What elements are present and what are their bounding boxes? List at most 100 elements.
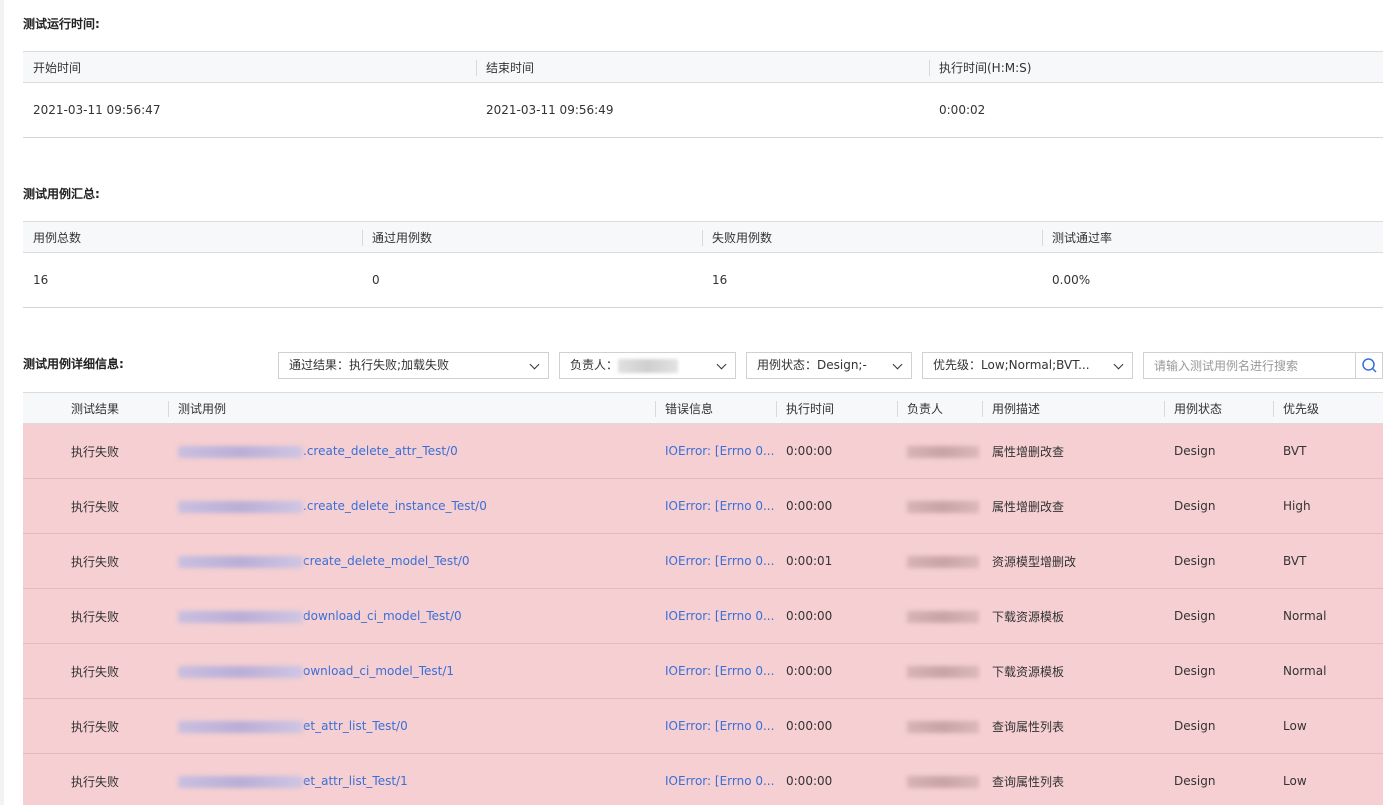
redacted-owner (907, 720, 979, 733)
table-row: 执行失败 download_ci_model_Test/0 IOError: [… (23, 588, 1383, 644)
header-owner: 负责人 (897, 392, 982, 424)
case-cell: .create_delete_instance_Test/0 (168, 478, 655, 534)
run-time-table: 开始时间 结束时间 执行时间(H:M:S) 2021-03-11 09:56:4… (23, 51, 1383, 138)
owner-cell (897, 588, 982, 644)
case-link[interactable]: et_attr_list_Test/0 (303, 719, 408, 733)
total-cases-value: 16 (23, 252, 362, 308)
search-input[interactable] (1144, 353, 1356, 378)
chevron-down-icon (1113, 359, 1124, 370)
priority-filter-select[interactable]: 优先级：Low;Normal;BVT... (922, 352, 1133, 379)
case-search (1143, 352, 1383, 379)
status-filter-select[interactable]: 用例状态：Design;- (746, 352, 912, 379)
priority-cell: High (1273, 478, 1383, 534)
run-time-header: 开始时间 结束时间 执行时间(H:M:S) (23, 51, 1383, 83)
owner-cell (897, 753, 982, 805)
priority-filter-label: 优先级：Low;Normal;BVT... (933, 358, 1090, 372)
status-cell: Design (1164, 533, 1273, 589)
failed-cases-value: 16 (702, 252, 1042, 308)
result-cell: 执行失败 (23, 533, 168, 589)
case-cell: create_delete_model_Test/0 (168, 533, 655, 589)
summary-row: 16 0 16 0.00% (23, 252, 1383, 308)
time-cell: 0:00:00 (776, 423, 897, 479)
owner-cell (897, 643, 982, 699)
header-priority: 优先级 (1273, 392, 1383, 424)
error-link[interactable]: IOError: [Errno 0... (655, 478, 776, 534)
result-cell: 执行失败 (23, 478, 168, 534)
result-cell: 执行失败 (23, 753, 168, 805)
redacted-case-prefix (178, 775, 303, 788)
time-cell: 0:00:00 (776, 478, 897, 534)
detail-header: 测试结果 测试用例 错误信息 执行时间 负责人 用例描述 用例状态 优先级 (23, 392, 1383, 424)
start-time-value: 2021-03-11 09:56:47 (23, 82, 476, 138)
priority-cell: BVT (1273, 533, 1383, 589)
case-cell: .create_delete_attr_Test/0 (168, 423, 655, 479)
redacted-case-prefix (178, 720, 303, 733)
status-cell: Design (1164, 588, 1273, 644)
redacted-owner (907, 775, 979, 788)
time-cell: 0:00:00 (776, 643, 897, 699)
error-link[interactable]: IOError: [Errno 0... (655, 423, 776, 479)
case-cell: et_attr_list_Test/1 (168, 753, 655, 805)
error-link[interactable]: IOError: [Errno 0... (655, 588, 776, 644)
redacted-case-prefix (178, 610, 303, 623)
result-filter-select[interactable]: 通过结果：执行失败;加载失败 (278, 352, 549, 379)
owner-cell (897, 698, 982, 754)
priority-cell: Normal (1273, 643, 1383, 699)
case-detail-table: 测试结果 测试用例 错误信息 执行时间 负责人 用例描述 用例状态 优先级 执行… (23, 392, 1383, 805)
case-link[interactable]: ownload_ci_model_Test/1 (303, 664, 454, 678)
redacted-owner (907, 445, 979, 458)
table-row: 执行失败 et_attr_list_Test/0 IOError: [Errno… (23, 698, 1383, 754)
table-row: 执行失败 create_delete_model_Test/0 IOError:… (23, 533, 1383, 589)
case-link[interactable]: .create_delete_attr_Test/0 (303, 444, 458, 458)
redacted-owner (618, 358, 679, 373)
time-cell: 0:00:00 (776, 588, 897, 644)
summary-title: 测试用例汇总: (23, 187, 100, 201)
description-cell: 资源模型增删改 (982, 533, 1164, 589)
result-cell: 执行失败 (23, 588, 168, 644)
table-row: 执行失败 .create_delete_attr_Test/0 IOError:… (23, 423, 1383, 479)
priority-cell: Normal (1273, 588, 1383, 644)
header-error: 错误信息 (655, 392, 776, 424)
end-time-value: 2021-03-11 09:56:49 (476, 82, 929, 138)
priority-cell: Low (1273, 698, 1383, 754)
status-cell: Design (1164, 753, 1273, 805)
case-link[interactable]: et_attr_list_Test/1 (303, 774, 408, 788)
error-link[interactable]: IOError: [Errno 0... (655, 698, 776, 754)
owner-filter-select[interactable]: 负责人： (559, 352, 736, 379)
time-cell: 0:00:00 (776, 753, 897, 805)
header-pass-rate: 测试通过率 (1042, 221, 1383, 253)
error-link[interactable]: IOError: [Errno 0... (655, 533, 776, 589)
header-start-time: 开始时间 (23, 51, 476, 83)
duration-value: 0:00:02 (929, 82, 1383, 138)
header-end-time: 结束时间 (476, 51, 929, 83)
table-row: 执行失败 .create_delete_instance_Test/0 IOEr… (23, 478, 1383, 534)
header-description: 用例描述 (982, 392, 1164, 424)
result-cell: 执行失败 (23, 643, 168, 699)
status-cell: Design (1164, 423, 1273, 479)
error-link[interactable]: IOError: [Errno 0... (655, 753, 776, 805)
search-button[interactable] (1355, 353, 1382, 378)
description-cell: 属性增删改查 (982, 478, 1164, 534)
owner-cell (897, 533, 982, 589)
description-cell: 属性增删改查 (982, 423, 1164, 479)
status-filter-label: 用例状态：Design;- (757, 358, 867, 372)
error-link[interactable]: IOError: [Errno 0... (655, 643, 776, 699)
description-cell: 查询属性列表 (982, 753, 1164, 805)
header-passed-cases: 通过用例数 (362, 221, 702, 253)
case-link[interactable]: create_delete_model_Test/0 (303, 554, 470, 568)
redacted-case-prefix (178, 555, 303, 568)
chevron-down-icon (529, 359, 540, 370)
header-case: 测试用例 (168, 392, 655, 424)
result-cell: 执行失败 (23, 698, 168, 754)
case-link[interactable]: download_ci_model_Test/0 (303, 609, 462, 623)
header-total-cases: 用例总数 (23, 221, 362, 253)
header-failed-cases: 失败用例数 (702, 221, 1042, 253)
priority-cell: BVT (1273, 423, 1383, 479)
run-time-row: 2021-03-11 09:56:47 2021-03-11 09:56:49 … (23, 82, 1383, 138)
redacted-owner (907, 500, 979, 513)
time-cell: 0:00:01 (776, 533, 897, 589)
summary-table: 用例总数 通过用例数 失败用例数 测试通过率 16 0 16 0.00% (23, 221, 1383, 308)
case-link[interactable]: .create_delete_instance_Test/0 (303, 499, 487, 513)
time-cell: 0:00:00 (776, 698, 897, 754)
redacted-case-prefix (178, 500, 303, 513)
